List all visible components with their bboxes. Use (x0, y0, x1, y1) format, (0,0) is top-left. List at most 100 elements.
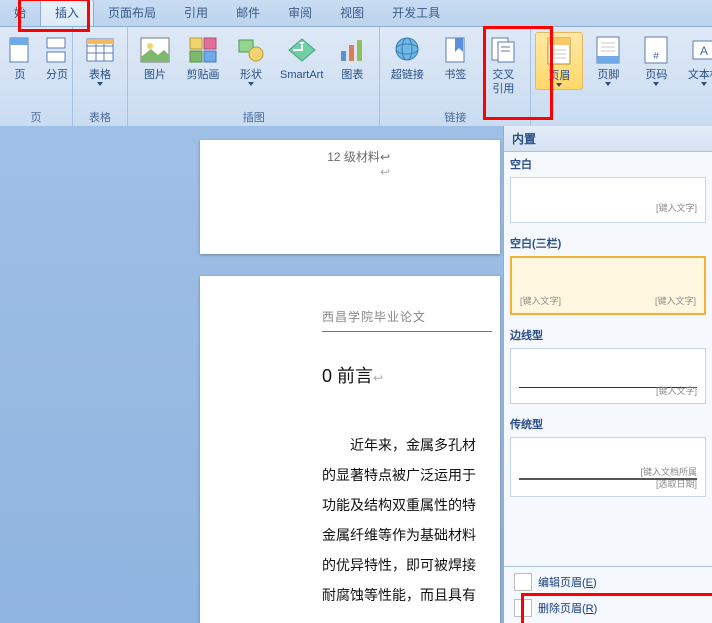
group-pages-label: 页 (4, 108, 68, 127)
hyperlink-button[interactable]: 超链接 (384, 32, 430, 84)
bookmark-icon (439, 34, 471, 66)
chart-label: 图表 (341, 68, 363, 82)
gallery-blank-placeholder: [键入文字] (656, 201, 697, 214)
remove-header-label: 删除页眉(R) (538, 600, 597, 616)
gallery-section-blank: 空白 (504, 152, 712, 174)
chart-icon (336, 34, 368, 66)
table-button[interactable]: 表格 (77, 32, 123, 88)
group-header-footer-label (535, 112, 712, 127)
crossref-button[interactable]: 交叉 引用 (480, 32, 526, 98)
group-pages: 页 分页 页 (0, 27, 73, 127)
bookmark-button[interactable]: 书签 (432, 32, 478, 84)
gallery-blank3-placeholders: [键入文字][键入文字] (520, 294, 696, 307)
crossref-icon (487, 34, 519, 66)
page-break-label: 分页 (46, 68, 68, 82)
chevron-down-icon (248, 82, 254, 86)
crossref-label: 交叉 引用 (492, 68, 514, 96)
ribbon: 页 分页 页 表格 表格 (0, 27, 712, 128)
picture-button[interactable]: 图片 (132, 32, 178, 84)
pagenum-icon: # (640, 34, 672, 66)
pagenum-button[interactable]: # 页码 (633, 32, 679, 88)
tab-layout[interactable]: 页面布局 (94, 0, 170, 26)
edit-header-label: 编辑页眉(E) (538, 574, 597, 590)
textbox-button[interactable]: A 文本框 (681, 32, 712, 88)
group-illustrations-label: 插图 (132, 108, 375, 127)
edit-header-icon (514, 573, 532, 591)
hyperlink-icon (391, 34, 423, 66)
clipart-icon (187, 34, 219, 66)
remove-header-command[interactable]: 删除页眉(R) (504, 595, 712, 621)
header-icon (543, 35, 575, 67)
footer-button[interactable]: 页脚 (585, 32, 631, 88)
group-links: 超链接 书签 交叉 引用 链接 (380, 27, 531, 127)
gallery-item-border[interactable]: [键入文字] (510, 348, 706, 404)
table-icon (84, 34, 116, 66)
header-button[interactable]: 页眉 (535, 32, 583, 90)
svg-text:A: A (700, 44, 708, 58)
gallery-section-border: 边线型 (504, 323, 712, 345)
tab-insert[interactable]: 插入 (40, 0, 94, 26)
shapes-icon (235, 34, 267, 66)
group-illustrations: 图片 剪贴画 形状 SmartArt 图表 (128, 27, 380, 127)
group-tables: 表格 表格 (73, 27, 128, 127)
header-gallery-panel: 内置 空白 [键入文字] 空白(三栏) [键入文字][键入文字] 边线型 [键入… (503, 126, 712, 623)
table-label: 表格 (89, 68, 111, 82)
header-label: 页眉 (548, 69, 570, 83)
clipart-button[interactable]: 剪贴画 (180, 32, 226, 84)
page-1: 12 级材料↩ ↩ (200, 140, 500, 254)
group-tables-label: 表格 (77, 108, 123, 127)
gallery-section-trad: 传统型 (504, 412, 712, 434)
gallery-footer: 编辑页眉(E) 删除页眉(R) (504, 566, 712, 623)
cover-page-label: 页 (15, 68, 26, 82)
textbox-icon: A (688, 34, 712, 66)
page2-header-text: 西昌学院毕业论文 (322, 308, 500, 325)
page-break-icon (41, 34, 73, 66)
shapes-button[interactable]: 形状 (228, 32, 274, 88)
bookmark-label: 书签 (444, 68, 466, 82)
remove-header-icon (514, 599, 532, 617)
chevron-down-icon (97, 82, 103, 86)
smartart-button[interactable]: SmartArt (276, 32, 327, 84)
tab-view[interactable]: 视图 (326, 0, 378, 26)
picture-label: 图片 (144, 68, 166, 82)
tab-start[interactable]: 始 (0, 0, 40, 26)
textbox-label: 文本框 (688, 68, 712, 82)
chevron-down-icon (653, 82, 659, 86)
body-text: 近年来，金属多孔材的显著特点被广泛运用于功能及结构双重属性的特金属纤维等作为基础… (322, 430, 500, 610)
tab-reference[interactable]: 引用 (170, 0, 222, 26)
heading-0: 0 前言↩ (322, 362, 500, 388)
tab-developer[interactable]: 开发工具 (378, 0, 454, 26)
page-break-button[interactable]: 分页 (38, 32, 76, 84)
clipart-label: 剪贴画 (187, 68, 220, 82)
gallery-border-placeholder: [键入文字] (656, 384, 697, 397)
svg-text:#: # (654, 51, 660, 62)
gallery-trad-rule (519, 478, 697, 480)
tab-mail[interactable]: 邮件 (222, 0, 274, 26)
chevron-down-icon (556, 83, 562, 87)
footer-icon (592, 34, 624, 66)
gallery-item-blank[interactable]: [键入文字] (510, 177, 706, 223)
gallery-item-trad[interactable]: [键入文档所属 [选取日期] (510, 437, 706, 497)
group-links-label: 链接 (384, 108, 526, 127)
tab-review[interactable]: 审阅 (274, 0, 326, 26)
edit-header-command[interactable]: 编辑页眉(E) (504, 569, 712, 595)
gallery-title: 内置 (504, 126, 712, 152)
chart-button[interactable]: 图表 (329, 32, 375, 84)
footer-label: 页脚 (597, 68, 619, 82)
shapes-label: 形状 (240, 68, 262, 82)
tab-strip: 始 插入 页面布局 引用 邮件 审阅 视图 开发工具 (0, 0, 712, 27)
smartart-label: SmartArt (280, 68, 323, 82)
group-header-footer: 页眉 页脚 # 页码 A 文本框 (531, 27, 712, 127)
hyperlink-label: 超链接 (391, 68, 424, 82)
header-rule (322, 331, 492, 332)
document-canvas[interactable]: 12 级材料↩ ↩ 西昌学院毕业论文 0 前言↩ 近年来，金属多孔材的显著特点被… (0, 126, 712, 623)
chevron-down-icon (605, 82, 611, 86)
gallery-section-blank3: 空白(三栏) (504, 231, 712, 253)
page-2: 西昌学院毕业论文 0 前言↩ 近年来，金属多孔材的显著特点被广泛运用于功能及结构… (200, 276, 500, 623)
page1-header-text: 12 级材料↩ (327, 150, 390, 164)
gallery-item-blank3[interactable]: [键入文字][键入文字] (510, 256, 706, 315)
smartart-icon (286, 34, 318, 66)
cover-page-button[interactable]: 页 (4, 32, 36, 84)
chevron-down-icon (701, 82, 707, 86)
pagenum-label: 页码 (645, 68, 667, 82)
